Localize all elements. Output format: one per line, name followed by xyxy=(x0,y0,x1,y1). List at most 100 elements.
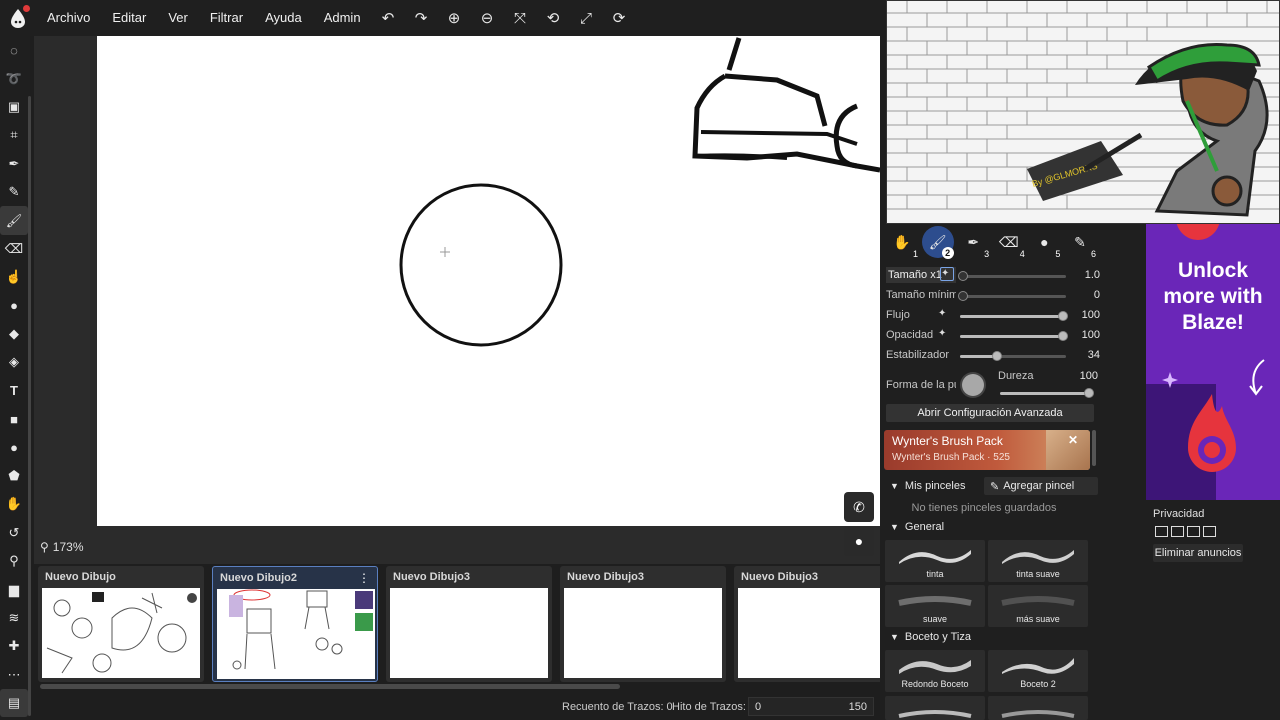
reset-view-icon[interactable]: ⟳ xyxy=(603,0,636,36)
tip-shape-picker[interactable] xyxy=(960,372,986,398)
menu-admin[interactable]: Admin xyxy=(313,0,372,36)
tool-bar: ◌ ➰ ▣ ⌗ ✒ ✎ 🖌 ⌫ ☝ ● ◆ ◈ T ■ ● ⬟ ✋ ↺ ⚲ ▆ … xyxy=(0,36,31,720)
redo-icon[interactable]: ↷ xyxy=(405,0,438,36)
document-strip-scrollbar[interactable] xyxy=(40,684,620,689)
smudge-icon[interactable]: ☝ xyxy=(0,263,28,291)
add-icon[interactable]: ✚ xyxy=(0,632,28,660)
stabilizer-slider[interactable] xyxy=(960,351,1066,361)
pressure-icon[interactable]: ✦ xyxy=(938,328,952,342)
hardness-knob[interactable] xyxy=(1084,388,1094,398)
layers-icon[interactable]: ≋ xyxy=(0,604,28,632)
brush-preset-round[interactable]: ● 5 xyxy=(1028,226,1060,259)
hardness-slider[interactable] xyxy=(1000,388,1094,398)
flow-slider[interactable] xyxy=(960,311,1068,321)
text-icon[interactable]: T xyxy=(0,377,28,405)
document-tab[interactable]: Nuevo Dibujo2 ⋮ xyxy=(212,566,378,682)
flow-knob[interactable] xyxy=(1058,311,1068,321)
pack-subtitle: Wynter's Brush Pack · 525 xyxy=(892,452,1010,463)
min-size-slider[interactable] xyxy=(958,291,1066,301)
crop-icon[interactable]: ⌗ xyxy=(0,121,28,149)
rotate-icon[interactable]: ⟲ xyxy=(537,0,570,36)
rectangle-icon[interactable]: ■ xyxy=(0,405,28,433)
fullscreen-icon[interactable]: ⤢ xyxy=(570,0,603,36)
brush-tile[interactable] xyxy=(885,696,985,720)
document-tab[interactable]: Nuevo Dibujo3 xyxy=(560,566,726,682)
toolbar-scrollbar[interactable] xyxy=(28,96,31,716)
layout-option-icon[interactable] xyxy=(1171,526,1184,537)
brush-preset-hand[interactable]: ✋ 1 xyxy=(886,226,918,260)
stroke-goal-input[interactable]: 0 150 xyxy=(748,697,874,716)
brush-preset-pen[interactable]: ✒ 3 xyxy=(957,226,989,260)
menu-editar[interactable]: Editar xyxy=(101,0,157,36)
size-knob[interactable] xyxy=(958,271,968,281)
zoom-out-icon[interactable]: ⊖ xyxy=(471,0,504,36)
remove-ads-button[interactable]: Eliminar anuncios xyxy=(1153,544,1243,562)
document-tab[interactable]: Nuevo Dibujo3 xyxy=(734,566,880,682)
stabilizer-knob[interactable] xyxy=(992,351,1002,361)
rotate-view-icon[interactable]: ↺ xyxy=(0,519,28,547)
pressure-icon[interactable]: ✦ xyxy=(938,308,952,322)
transform-icon[interactable]: ▣ xyxy=(0,93,28,121)
comment-icon[interactable]: ▆ xyxy=(0,575,28,603)
ellipse-icon[interactable]: ● xyxy=(0,433,28,461)
panel-scrollbar[interactable] xyxy=(1092,430,1096,466)
brush-tile[interactable] xyxy=(988,696,1088,720)
drawing-canvas[interactable] xyxy=(97,36,880,526)
app-logo[interactable] xyxy=(0,0,36,36)
advanced-settings-button[interactable]: Abrir Configuración Avanzada xyxy=(886,404,1094,422)
gradient-icon[interactable]: ◈ xyxy=(0,348,28,376)
chat-button[interactable]: ● xyxy=(844,526,874,556)
brush-preset-eraser[interactable]: ⌫ 4 xyxy=(993,226,1025,260)
fit-icon[interactable]: ⤧ xyxy=(504,0,537,36)
menu-ver[interactable]: Ver xyxy=(157,0,199,36)
lasso-select-icon[interactable]: ◌ xyxy=(0,36,28,64)
brush-tile-redondo-boceto[interactable]: Redondo Boceto xyxy=(885,650,985,692)
brush-preset-marker[interactable]: ✎ 6 xyxy=(1064,226,1096,260)
menu-archivo[interactable]: Archivo xyxy=(36,0,101,36)
brush-tile-mas-suave[interactable]: más suave xyxy=(988,585,1088,627)
eyedropper-icon[interactable]: ✒ xyxy=(0,150,28,178)
brush-tile-tinta-suave[interactable]: tinta suave xyxy=(988,540,1088,582)
more-icon[interactable]: ⋯ xyxy=(0,661,28,689)
pen-icon[interactable]: ✎ xyxy=(0,178,28,206)
menu-ayuda[interactable]: Ayuda xyxy=(254,0,313,36)
opacity-slider[interactable] xyxy=(960,331,1068,341)
hand-icon[interactable]: ✋ xyxy=(0,490,28,518)
sketch-header[interactable]: ▼ Boceto y Tiza xyxy=(890,628,971,646)
menu-filtrar[interactable]: Filtrar xyxy=(199,0,254,36)
brush-tile-suave[interactable]: suave xyxy=(885,585,985,627)
zoom-indicator[interactable]: ⚲ 173% xyxy=(40,540,84,554)
eraser-icon[interactable]: ⌫ xyxy=(0,235,28,263)
general-header[interactable]: ▼ General xyxy=(890,518,944,536)
more-vertical-icon[interactable]: ⋮ xyxy=(358,571,370,585)
my-brushes-header[interactable]: ▼ Mis pinceles xyxy=(890,477,965,495)
layout-option-icon[interactable] xyxy=(1187,526,1200,537)
undo-icon[interactable]: ↶ xyxy=(372,0,405,36)
ad-banner[interactable]: Unlock more with Blaze! xyxy=(1146,224,1280,500)
size-slider[interactable] xyxy=(958,271,1066,281)
brush-preset-brush[interactable]: 🖌 2 xyxy=(921,226,954,259)
brush-tile-boceto-2[interactable]: Boceto 2 xyxy=(988,650,1088,692)
call-button[interactable]: ✆ xyxy=(844,492,874,522)
blur-icon[interactable]: ● xyxy=(0,292,28,320)
zoom-in-icon[interactable]: ⊕ xyxy=(438,0,471,36)
brush-pack-banner[interactable]: Wynter's Brush Pack Wynter's Brush Pack … xyxy=(884,430,1090,470)
fill-icon[interactable]: ◆ xyxy=(0,320,28,348)
brush-stroke-preview xyxy=(1002,550,1074,564)
opacity-knob[interactable] xyxy=(1058,331,1068,341)
film-icon[interactable]: ▤ xyxy=(0,688,28,718)
brush-tile-tinta[interactable]: tinta xyxy=(885,540,985,582)
document-tab[interactable]: Nuevo Dibujo3 xyxy=(386,566,552,682)
layout-option-icon[interactable] xyxy=(1155,526,1168,537)
add-brush-button[interactable]: ✎ Agregar pincel xyxy=(984,477,1098,495)
layout-option-icon[interactable] xyxy=(1203,526,1216,537)
document-tab[interactable]: Nuevo Dibujo xyxy=(38,566,204,682)
zoom-icon[interactable]: ⚲ xyxy=(0,547,28,575)
lasso-icon[interactable]: ➰ xyxy=(0,64,28,92)
close-icon[interactable]: ✕ xyxy=(1068,433,1078,447)
pressure-icon[interactable]: ✦ xyxy=(940,267,954,281)
reference-preview[interactable]: By @GLMORRS xyxy=(886,0,1280,224)
min-size-knob[interactable] xyxy=(958,291,968,301)
shape-icon[interactable]: ⬟ xyxy=(0,462,28,490)
brush-icon[interactable]: 🖌 xyxy=(0,206,28,235)
